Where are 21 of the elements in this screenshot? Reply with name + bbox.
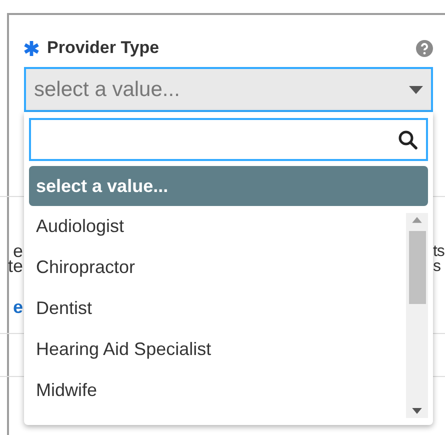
text-fragment: s bbox=[433, 259, 440, 274]
text-fragment: ts bbox=[433, 244, 444, 259]
text-fragment: e bbox=[12, 244, 23, 259]
option-item[interactable]: Hearing Aid Specialist bbox=[29, 329, 404, 370]
scrollbar-thumb[interactable] bbox=[408, 230, 426, 304]
option-item[interactable]: Midwife bbox=[29, 370, 404, 411]
search-icon bbox=[398, 130, 418, 150]
scroll-down-icon[interactable] bbox=[412, 408, 422, 414]
option-item[interactable]: Audiologist bbox=[29, 206, 404, 247]
link-fragment[interactable]: e bbox=[12, 300, 23, 315]
option-item[interactable]: select a value... bbox=[29, 166, 428, 206]
option-item[interactable]: Dentist bbox=[29, 288, 404, 329]
text-fragment: te bbox=[8, 259, 23, 274]
option-item[interactable]: Chiropractor bbox=[29, 247, 404, 288]
scrollbar[interactable] bbox=[406, 213, 428, 418]
field-label: Provider Type bbox=[47, 37, 160, 60]
help-icon[interactable] bbox=[416, 40, 433, 56]
select-field[interactable]: select a value... bbox=[24, 67, 433, 112]
scroll-up-icon[interactable] bbox=[412, 217, 422, 223]
search-field[interactable] bbox=[29, 118, 428, 161]
caret-icon bbox=[409, 86, 423, 94]
